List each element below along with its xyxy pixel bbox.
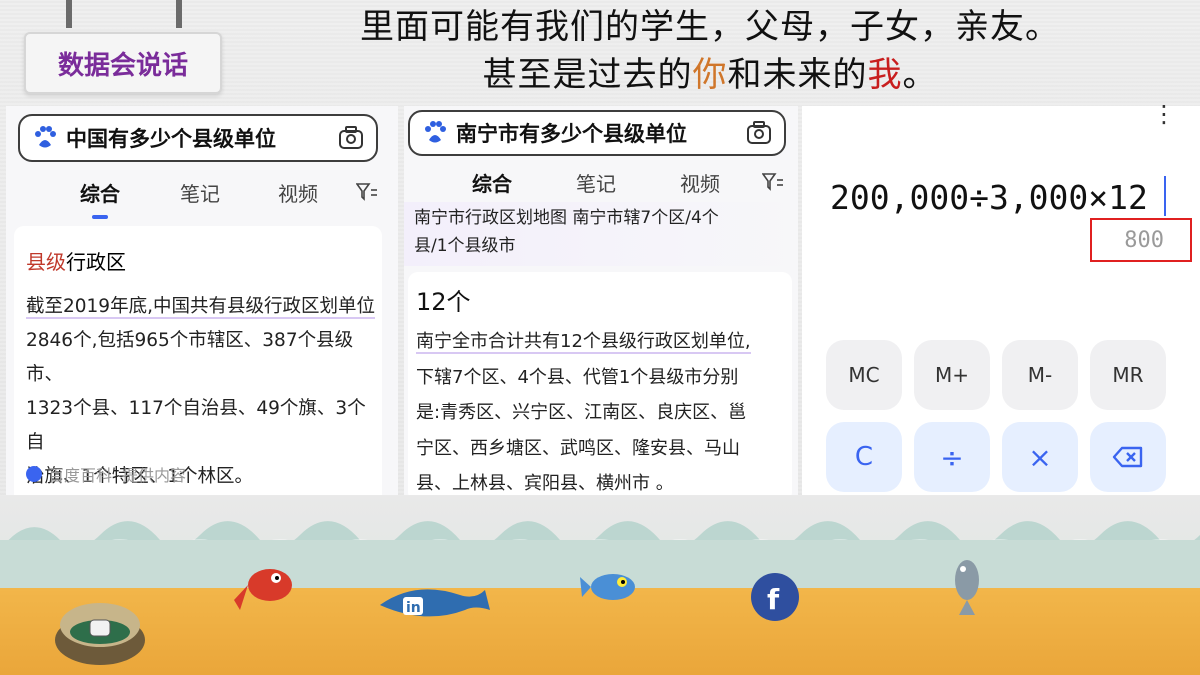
tab-bar: 综合 笔记 视频	[404, 168, 798, 209]
backspace-icon	[1112, 446, 1143, 468]
camera-icon[interactable]	[338, 126, 364, 150]
search-box[interactable]: 南宁市有多少个县级单位	[408, 110, 786, 156]
hanger-right	[176, 0, 182, 28]
svg-text:in: in	[406, 600, 421, 616]
tab-notes[interactable]: 笔记	[180, 178, 220, 207]
red-fish-icon	[234, 569, 292, 610]
baidu-paw-icon	[35, 126, 56, 148]
camera-icon[interactable]	[746, 121, 772, 145]
headline-line-2-end: 。	[902, 55, 938, 95]
tab-video[interactable]: 视频	[680, 168, 720, 197]
headline-you: 你	[692, 55, 728, 95]
answer-body: 南宁全市合计共有12个县级行政区划单位, 下辖7个区、4个县、代管1个县级市分别…	[416, 324, 792, 495]
key-divide[interactable]: ÷	[914, 422, 990, 492]
instagram-clam-icon	[55, 603, 145, 665]
card-line: 截至2019年底,中国共有县级行政区划单位	[26, 290, 378, 324]
snippet-bar[interactable]: 南宁市行政区划地图 南宁市辖7个区/4个 县/1个县级市	[404, 202, 798, 266]
text-cursor	[1164, 176, 1166, 216]
search-query: 南宁市有多少个县级单位	[456, 122, 687, 146]
key-mc[interactable]: MC	[826, 340, 902, 410]
tab-all[interactable]: 综合	[80, 178, 120, 219]
key-m-minus[interactable]: M-	[1002, 340, 1078, 410]
calculator-result: 800	[1090, 218, 1192, 262]
tab-bar: 综合 笔记 视频	[6, 178, 398, 219]
card-line-2: 2846个,包括965个市辖区、387个县级市、	[26, 330, 354, 385]
key-clear[interactable]: C	[826, 422, 902, 492]
filter-icon[interactable]	[762, 172, 784, 192]
source-line: 百度百科 提供内容	[26, 462, 186, 486]
baidu-paw-icon	[425, 121, 446, 143]
answer-line-5: 县、上林县、宾阳县、横州市 。	[416, 473, 674, 494]
card-title: 县级行政区	[26, 246, 126, 275]
section-badge: 数据会说话	[24, 32, 222, 94]
card-line-3: 1323个县、117个自治县、49个旗、3个自	[26, 398, 366, 453]
card-line-1: 截至2019年底,中国共有县级行政区划单位	[26, 296, 375, 319]
linkedin-whale-icon: in	[380, 589, 490, 617]
headline-me: 我	[867, 55, 903, 95]
tab-video[interactable]: 视频	[278, 178, 318, 207]
hanger-left	[66, 0, 72, 28]
facebook-fish-icon: f	[751, 573, 799, 621]
answer-line-4: 宁区、西乡塘区、武鸣区、隆安县、马山	[416, 437, 740, 459]
svg-text:f: f	[767, 583, 780, 616]
card-title-highlight: 县级	[26, 250, 66, 274]
tab-notes[interactable]: 笔记	[576, 168, 616, 197]
card-line: 2846个,包括965个市辖区、387个县级市、	[26, 324, 378, 392]
key-multiply[interactable]: ×	[1002, 422, 1078, 492]
grey-fish-icon	[955, 560, 979, 615]
tab-all[interactable]: 综合	[472, 168, 512, 209]
headline-line-1: 里面可能有我们的学生，父母，子女，亲友。	[360, 7, 1060, 47]
calculator-expression: 200,000÷3,000×12	[830, 178, 1148, 217]
key-mr[interactable]: MR	[1090, 340, 1166, 410]
headline-line-2-start: 甚至是过去的	[482, 55, 693, 95]
blue-fish-icon	[580, 574, 635, 600]
headline-line-2-mid: 和未来的	[727, 55, 868, 95]
headline-line-2: 甚至是过去的你和未来的我。	[250, 58, 1170, 92]
answer-line-1: 南宁全市合计共有12个县级行政区划单位,	[416, 331, 751, 354]
answer-line-3: 是:青秀区、兴宁区、江南区、良庆区、邕	[416, 402, 747, 423]
filter-icon[interactable]	[356, 182, 378, 202]
answer-line: 南宁全市合计共有12个县级行政区划单位,	[416, 324, 792, 360]
key-m-plus[interactable]: M+	[914, 340, 990, 410]
source-note: 提供内容	[122, 466, 187, 485]
card-title-rest: 行政区	[66, 250, 126, 274]
baike-icon	[26, 466, 42, 482]
answer-line-2: 下辖7个区、4个县、代管1个县级市分别	[416, 366, 739, 388]
answer-card[interactable]: 12个 南宁全市合计共有12个县级行政区划单位, 下辖7个区、4个县、代管1个县…	[408, 272, 792, 495]
snippet-line-1: 南宁市行政区划地图 南宁市辖7个区/4个	[414, 208, 719, 228]
snippet-line-2: 县/1个县级市	[414, 236, 516, 256]
source-name[interactable]: 百度百科	[48, 462, 112, 486]
snippet-text: 南宁市行政区划地图 南宁市辖7个区/4个 县/1个县级市	[414, 204, 719, 260]
result-card[interactable]: 县级行政区 截至2019年底,中国共有县级行政区划单位 2846个,包括965个…	[14, 226, 382, 495]
search-panel-china: 中国有多少个县级单位 综合 笔记 视频 县级行政区 截至2019年底,中国共有县…	[6, 106, 398, 495]
answer-value: 12个	[416, 288, 471, 316]
search-panel-nanning: 南宁市有多少个县级单位 综合 笔记 视频 南宁市行政区划地图 南宁市辖7个区/4…	[404, 106, 798, 495]
search-box[interactable]: 中国有多少个县级单位	[18, 114, 378, 162]
more-menu-icon[interactable]: ⋮	[1152, 100, 1176, 128]
key-backspace[interactable]	[1090, 422, 1166, 492]
search-query: 中国有多少个县级单位	[66, 127, 276, 151]
